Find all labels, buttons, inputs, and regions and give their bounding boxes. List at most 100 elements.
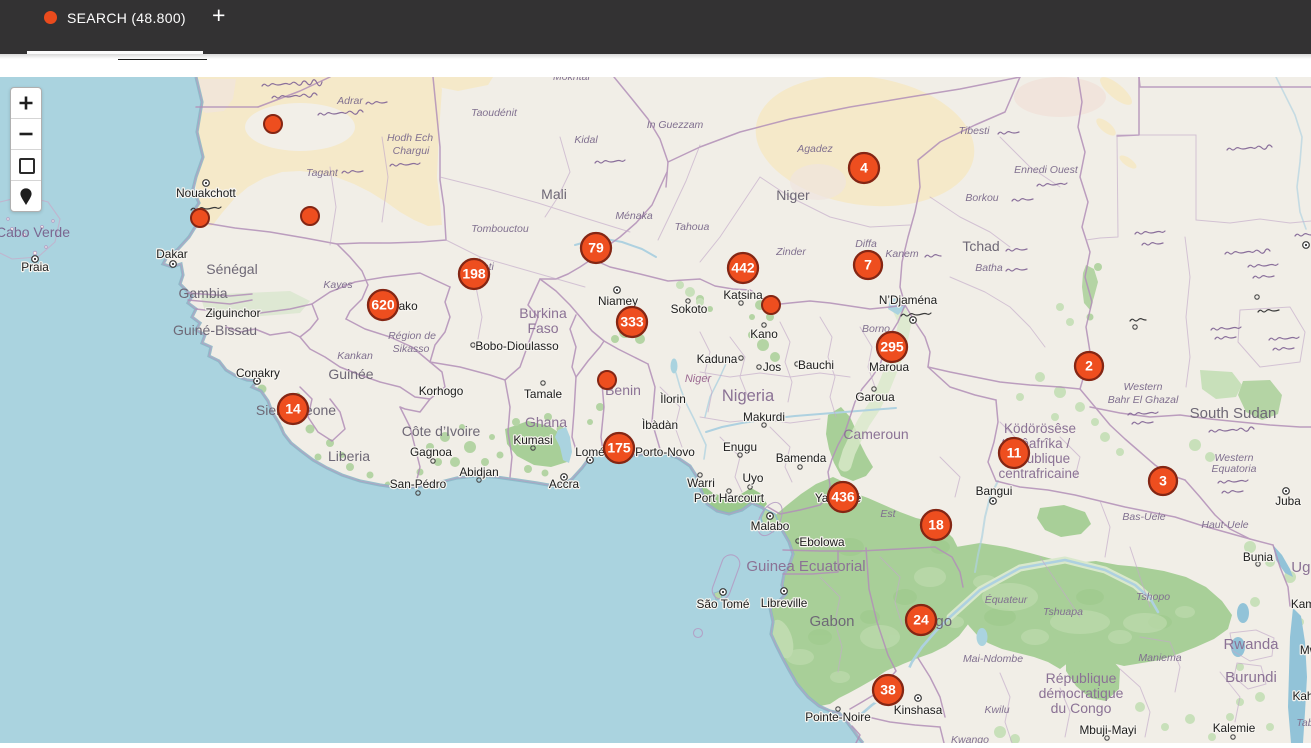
- svg-text:démocratique: démocratique: [1039, 685, 1124, 701]
- svg-text:Guinea Ecuatorial: Guinea Ecuatorial: [746, 558, 865, 575]
- svg-text:Kumasi: Kumasi: [513, 433, 552, 447]
- svg-text:Pointe-Noire: Pointe-Noire: [805, 710, 871, 724]
- svg-text:du Congo: du Congo: [1051, 700, 1112, 716]
- svg-text:Warri: Warri: [687, 476, 715, 490]
- svg-text:Sénégal: Sénégal: [206, 261, 257, 277]
- svg-text:Équateur: Équateur: [985, 593, 1028, 606]
- svg-text:Agadez: Agadez: [796, 143, 833, 155]
- svg-text:Uyo: Uyo: [743, 471, 764, 485]
- svg-text:Borkou: Borkou: [965, 192, 998, 204]
- svg-text:Est: Est: [880, 508, 896, 520]
- svg-text:Tahoua: Tahoua: [675, 221, 710, 233]
- svg-text:Tagant: Tagant: [306, 167, 339, 179]
- svg-text:79: 79: [588, 240, 604, 256]
- svg-text:Guinée: Guinée: [328, 366, 373, 382]
- svg-text:Mbuji-Mayi: Mbuji-Mayi: [1079, 723, 1136, 737]
- svg-text:Makurdi: Makurdi: [743, 410, 785, 424]
- svg-text:Malabo: Malabo: [751, 519, 790, 533]
- svg-text:Sikasso: Sikasso: [393, 343, 430, 355]
- svg-text:In Guezzam: In Guezzam: [647, 119, 704, 131]
- svg-text:Tombouctou: Tombouctou: [471, 223, 529, 235]
- svg-text:Côte d’Ivoire: Côte d’Ivoire: [402, 423, 481, 439]
- svg-text:Taoudénit: Taoudénit: [471, 107, 518, 119]
- svg-text:198: 198: [462, 266, 486, 282]
- svg-text:Maniema: Maniema: [1138, 652, 1181, 664]
- svg-text:Batha: Batha: [975, 262, 1003, 274]
- svg-text:Région de: Région de: [388, 330, 436, 342]
- svg-text:Libreville: Libreville: [761, 596, 808, 610]
- svg-text:San-Pédro: San-Pédro: [390, 477, 447, 491]
- svg-text:Mai-Ndombe: Mai-Ndombe: [963, 653, 1023, 665]
- svg-text:Kwango: Kwango: [951, 734, 989, 743]
- svg-text:Mokhtar: Mokhtar: [553, 77, 591, 83]
- svg-text:Dakar: Dakar: [156, 247, 188, 261]
- svg-text:Ìlorin: Ìlorin: [660, 392, 686, 406]
- svg-text:Juba: Juba: [1275, 494, 1301, 508]
- svg-text:Zinder: Zinder: [775, 246, 806, 258]
- svg-text:Bangui: Bangui: [976, 484, 1013, 498]
- svg-text:295: 295: [880, 339, 904, 355]
- svg-text:Kidal: Kidal: [574, 134, 598, 146]
- svg-text:Ködörösêse: Ködörösêse: [1004, 421, 1076, 436]
- svg-text:620: 620: [371, 297, 395, 313]
- svg-text:Mali: Mali: [541, 186, 567, 202]
- svg-text:Kah: Kah: [1293, 689, 1311, 703]
- svg-text:Porto-Novo: Porto-Novo: [635, 445, 695, 459]
- svg-text:Cabo Verde: Cabo Verde: [0, 224, 70, 240]
- svg-text:Jos: Jos: [763, 360, 781, 374]
- svg-text:Bobo-Dioulasso: Bobo-Dioulasso: [475, 339, 559, 353]
- svg-text:Enugu: Enugu: [723, 440, 757, 454]
- svg-text:Bauchi: Bauchi: [798, 358, 834, 372]
- svg-text:São Tomé: São Tomé: [697, 597, 750, 611]
- svg-text:Niger: Niger: [685, 373, 713, 385]
- svg-text:Kanem: Kanem: [885, 248, 919, 260]
- svg-text:Accra: Accra: [549, 477, 580, 491]
- svg-text:Tamale: Tamale: [524, 387, 562, 401]
- svg-text:Lomé: Lomé: [575, 445, 605, 459]
- svg-text:Burkina: Burkina: [519, 305, 567, 321]
- svg-text:Kam: Kam: [1291, 597, 1311, 611]
- svg-text:Nigeria: Nigeria: [722, 387, 775, 405]
- svg-text:Faso: Faso: [527, 320, 558, 336]
- svg-text:République: République: [1046, 670, 1117, 686]
- svg-text:7: 7: [864, 257, 872, 273]
- svg-text:Ghana: Ghana: [525, 414, 567, 430]
- svg-text:N’Djaména: N’Djaména: [879, 293, 938, 307]
- svg-text:Kaduna: Kaduna: [697, 352, 738, 366]
- svg-text:Gambia: Gambia: [178, 285, 227, 301]
- svg-text:Garoua: Garoua: [855, 390, 895, 404]
- svg-text:4: 4: [860, 160, 868, 176]
- svg-text:Kwilu: Kwilu: [984, 704, 1009, 716]
- svg-text:Ebolowa: Ebolowa: [799, 535, 845, 549]
- svg-text:Ìbàdàn: Ìbàdàn: [642, 418, 678, 432]
- svg-text:South Sudan: South Sudan: [1190, 405, 1277, 422]
- svg-text:Tshuapa: Tshuapa: [1043, 606, 1083, 618]
- svg-text:Ennedi Ouest: Ennedi Ouest: [1014, 164, 1079, 176]
- svg-text:Bunia: Bunia: [1243, 550, 1274, 564]
- svg-text:Bamenda: Bamenda: [776, 451, 827, 465]
- svg-text:Burundi: Burundi: [1225, 669, 1277, 686]
- svg-text:Tchad: Tchad: [962, 238, 999, 254]
- svg-text:Hodh Ech: Hodh Ech: [387, 132, 433, 144]
- svg-text:Tibesti: Tibesti: [959, 125, 991, 137]
- svg-text:Kano: Kano: [750, 327, 778, 341]
- svg-text:Nouakchott: Nouakchott: [176, 186, 236, 200]
- svg-text:Tab: Tab: [1296, 717, 1311, 729]
- svg-text:Bahr El Ghazal: Bahr El Ghazal: [1108, 394, 1179, 406]
- svg-text:Chargui: Chargui: [393, 145, 430, 157]
- svg-text:333: 333: [620, 314, 644, 330]
- svg-text:24: 24: [913, 612, 929, 628]
- svg-text:Kinshasa: Kinshasa: [894, 703, 943, 717]
- svg-text:Abidjan: Abidjan: [459, 465, 498, 479]
- svg-text:436: 436: [831, 489, 855, 505]
- svg-text:Port Harcourt: Port Harcourt: [694, 491, 765, 505]
- svg-text:Sokoto: Sokoto: [671, 302, 708, 316]
- svg-text:11: 11: [1007, 445, 1022, 461]
- svg-text:Gabon: Gabon: [809, 613, 854, 630]
- svg-text:Niger: Niger: [776, 187, 810, 203]
- svg-text:Praia: Praia: [21, 260, 49, 274]
- svg-text:Korhogo: Korhogo: [419, 384, 464, 398]
- svg-text:Adrar: Adrar: [336, 95, 363, 107]
- svg-text:175: 175: [607, 440, 631, 456]
- svg-text:442: 442: [731, 260, 755, 276]
